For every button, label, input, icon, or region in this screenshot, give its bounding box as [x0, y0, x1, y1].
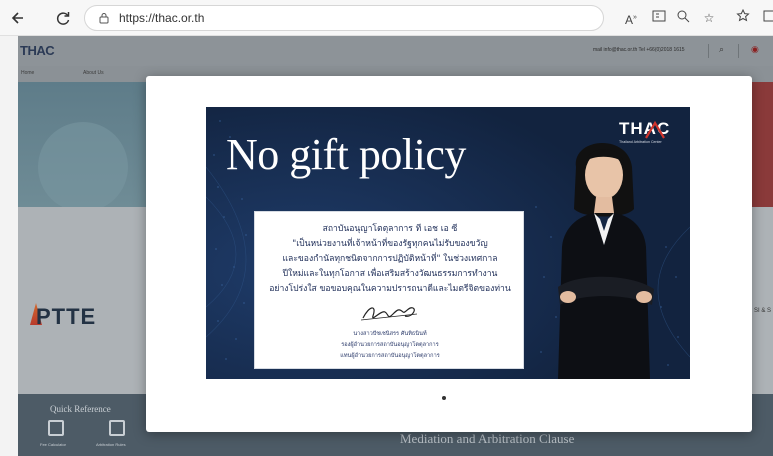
popup-modal[interactable]: No gift policy THAC Thailand Arbitration…: [146, 76, 752, 432]
message-line: "เป็นหน่วยงานที่เจ้าหน้าที่ของรัฐทุกคนไม…: [292, 239, 488, 249]
favorite-add-icon[interactable]: ☆: [700, 9, 718, 27]
globe-icon[interactable]: ◉: [751, 44, 759, 55]
message-line: และของกำนัลทุกชนิดจากการปฏิบัติหน้าที่" …: [282, 254, 498, 264]
message-line: สถาบันอนุญาโตตุลาการ ที เอช เอ ซี: [322, 224, 458, 234]
signer-role: แทนผู้อำนวยการสถาบันอนุญาโตตุลาการ: [340, 353, 440, 359]
nav-about[interactable]: About Us: [83, 70, 104, 76]
address-bar[interactable]: https://thac.or.th: [84, 5, 604, 31]
site-logo[interactable]: THAC: [20, 43, 55, 58]
poster-title: No gift policy: [226, 130, 466, 179]
hero-side-panel: [751, 82, 773, 207]
calculator-icon[interactable]: [48, 420, 64, 436]
favorites-icon[interactable]: [734, 8, 752, 27]
signature-image: [360, 307, 418, 321]
message-line: อย่างโปร่งใส ขอขอบคุณในความปรารถนาดีและไ…: [269, 284, 511, 294]
message-box: สถาบันอนุญาโตตุลาการ ที เอช เอ ซี "เป็นห…: [254, 211, 524, 369]
partner-text-fragment: SI & S: [753, 308, 771, 314]
immersive-reader-icon[interactable]: [650, 9, 668, 27]
no-gift-policy-poster: No gift policy THAC Thailand Arbitration…: [206, 107, 690, 379]
partner-logo: PTTE: [36, 304, 97, 329]
search-icon[interactable]: ⌕: [719, 44, 724, 55]
carousel-indicator-dot[interactable]: [442, 396, 446, 400]
calendar-icon[interactable]: [109, 420, 125, 436]
executive-portrait-image: [558, 142, 654, 379]
zoom-icon[interactable]: [674, 9, 692, 27]
quick-reference-item[interactable]: Arbitration Rules: [96, 442, 126, 447]
back-icon[interactable]: [8, 7, 30, 29]
signer-title: รองผู้อำนวยการสถาบันอนุญาโตตุลาการ: [341, 342, 439, 348]
read-aloud-icon[interactable]: A»: [622, 9, 640, 27]
message-line: ปีใหม่และในทุกโอกาส เพื่อเสริมสร้างวัฒนธ…: [282, 269, 498, 279]
header-divider: [738, 44, 739, 58]
quick-reference-item[interactable]: Fee Calculator: [40, 442, 66, 447]
header-contact: mail info@thac.or.th Tel +66(0)2018 1615: [593, 47, 685, 53]
mediation-clause-title: Mediation and Arbitration Clause: [400, 431, 575, 446]
quick-reference-title: Quick Reference: [50, 404, 111, 414]
hero-decoration: [38, 122, 128, 212]
site-header: THAC mail info@thac.or.th Tel +66(0)2018…: [18, 36, 773, 66]
browser-window: https://thac.or.th A» ☆ THAC mail info@t…: [0, 0, 773, 456]
header-divider: [708, 44, 709, 58]
url-text: https://thac.or.th: [119, 11, 205, 25]
collections-icon[interactable]: [760, 9, 773, 27]
refresh-icon[interactable]: [52, 7, 74, 29]
lock-icon: [99, 13, 109, 24]
browser-toolbar: https://thac.or.th A» ☆: [0, 0, 773, 36]
nav-home[interactable]: Home: [21, 70, 34, 76]
signer-name: นางสาวปัชเชนิสรร ศันทิธนินท์: [353, 331, 427, 337]
